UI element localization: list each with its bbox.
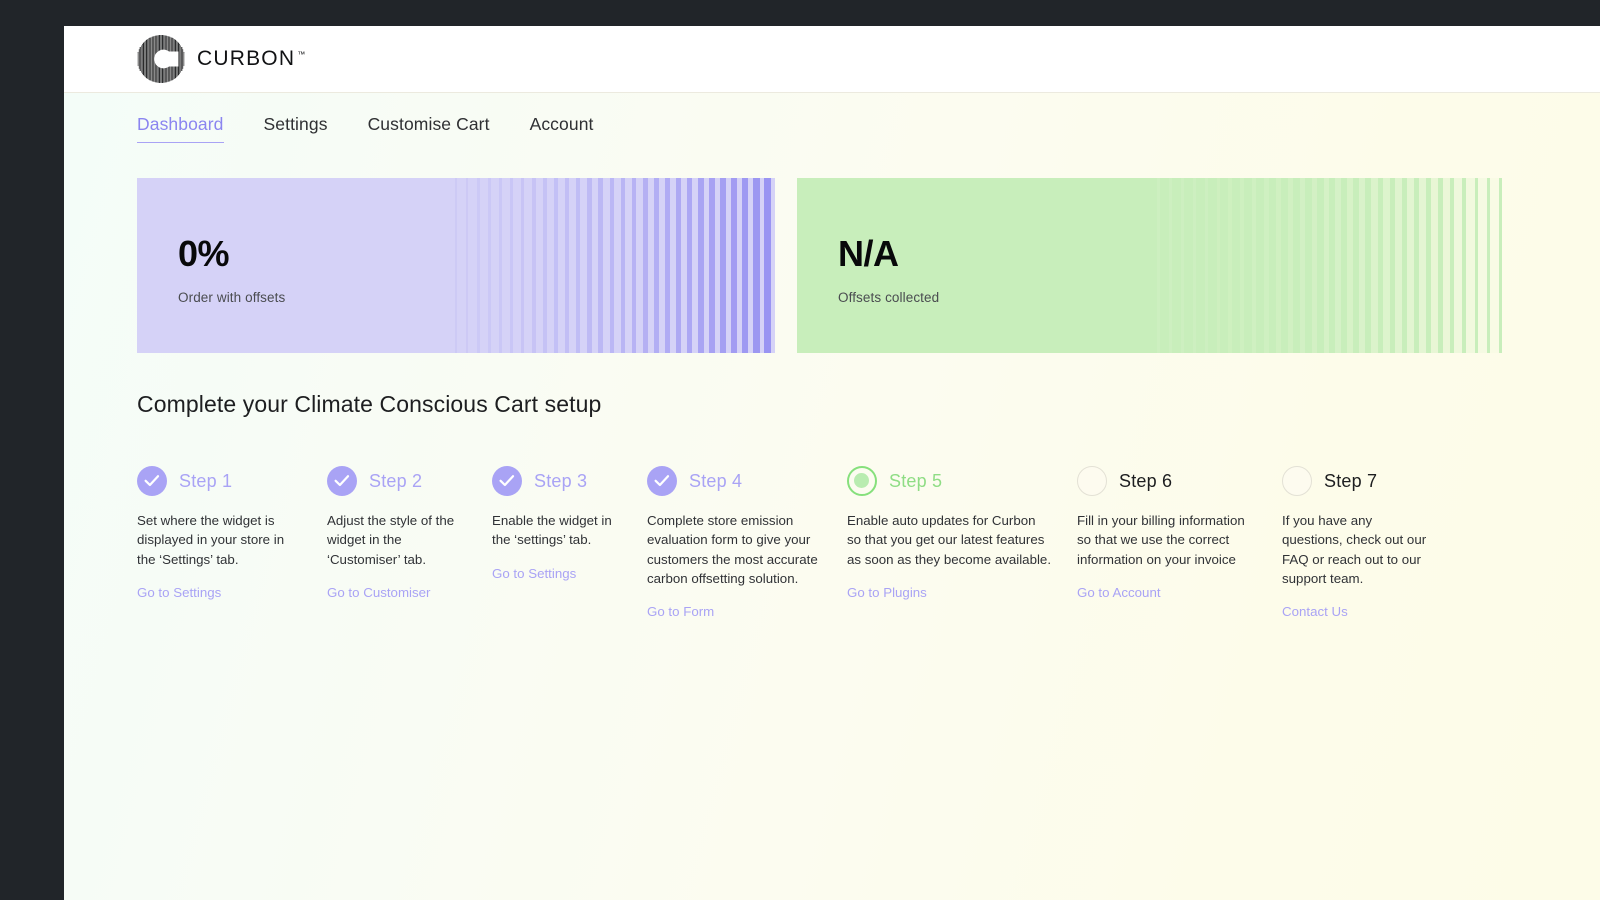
app-window: CURBON ™ Dashboard Settings Customise Car… [0,0,1600,900]
step-description: Set where the widget is displayed in you… [137,513,285,567]
brand-name-text: CURBON [197,47,296,70]
check-icon [492,466,522,496]
step-title: Step 4 [689,470,743,491]
setup-step-card: Step 7 If you have any questions, check o… [1282,463,1477,621]
step-title: Step 3 [534,470,588,491]
step-description: Enable auto updates for Curbon so that y… [847,513,1052,567]
step-action-link[interactable]: Go to Account [1077,585,1161,600]
step-title: Step 1 [179,470,233,491]
step-header: Step 5 [847,463,1077,499]
step-action-link[interactable]: Go to Customiser [327,585,430,600]
check-icon [137,466,167,496]
circle-empty-icon [1282,466,1312,496]
step-header: Step 4 [647,463,847,499]
step-action-link[interactable]: Go to Settings [137,585,221,600]
tab-account[interactable]: Account [530,114,594,143]
radio-filled-icon [847,466,877,496]
brand-name: CURBON ™ [197,47,305,71]
step-action-link[interactable]: Go to Form [647,604,714,619]
step-title: Step 6 [1119,470,1173,491]
step-title: Step 7 [1324,470,1378,491]
tab-settings[interactable]: Settings [264,114,328,143]
step-header: Step 7 [1282,463,1477,499]
stat-label-orders-with-offsets: Order with offsets [178,290,286,305]
step-action-link[interactable]: Go to Settings [492,566,576,581]
window-chrome-top [0,0,1600,26]
check-icon [327,466,357,496]
step-description: Enable the widget in the ‘settings’ tab. [492,513,612,548]
setup-steps-list: Step 1 Set where the widget is displayed… [137,463,1577,621]
step-header: Step 3 [492,463,647,499]
stat-value-orders-with-offsets: 0% [178,233,230,274]
setup-section-title: Complete your Climate Conscious Cart set… [137,391,602,417]
step-title: Step 2 [369,470,423,491]
check-icon [647,466,677,496]
tab-dashboard[interactable]: Dashboard [137,114,224,143]
curbon-radial-c-logo-icon [136,34,186,84]
main-nav-tabs: Dashboard Settings Customise Cart Accoun… [137,114,634,143]
setup-step-card: Step 6 Fill in your billing information s… [1077,463,1282,621]
page-content: Dashboard Settings Customise Cart Accoun… [64,93,1600,900]
step-header: Step 1 [137,463,327,499]
window-chrome-left-rail [0,0,64,900]
setup-step-card: Step 3 Enable the widget in the ‘settings… [492,463,647,621]
setup-step-card: Step 2 Adjust the style of the widget in … [327,463,492,621]
setup-step-card: Step 5 Enable auto updates for Curbon so … [847,463,1077,621]
step-description: Fill in your billing information so that… [1077,513,1245,567]
tab-customise-cart[interactable]: Customise Cart [368,114,490,143]
step-action-link[interactable]: Go to Plugins [847,585,927,600]
app-header: CURBON ™ [64,26,1600,93]
stat-cards-row: 0% Order with offsets N/A Offsets collec… [137,178,1574,353]
step-description: If you have any questions, check out our… [1282,513,1427,586]
stat-card-orders-with-offsets: 0% Order with offsets [137,178,775,353]
step-header: Step 6 [1077,463,1282,499]
setup-step-card: Step 1 Set where the widget is displayed… [137,463,327,621]
brand-trademark: ™ [297,50,306,59]
stat-value-offsets-collected: N/A [838,233,899,274]
step-description: Complete store emission evaluation form … [647,513,818,586]
step-action-link[interactable]: Contact Us [1282,604,1348,619]
step-title: Step 5 [889,470,943,491]
stat-card-offsets-collected: N/A Offsets collected [797,178,1502,353]
setup-step-card: Step 4 Complete store emission evaluation… [647,463,847,621]
circle-empty-icon [1077,466,1107,496]
stat-label-offsets-collected: Offsets collected [838,290,940,305]
brand-logo[interactable]: CURBON ™ [136,34,305,84]
step-header: Step 2 [327,463,492,499]
step-description: Adjust the style of the widget in the ‘C… [327,513,455,567]
